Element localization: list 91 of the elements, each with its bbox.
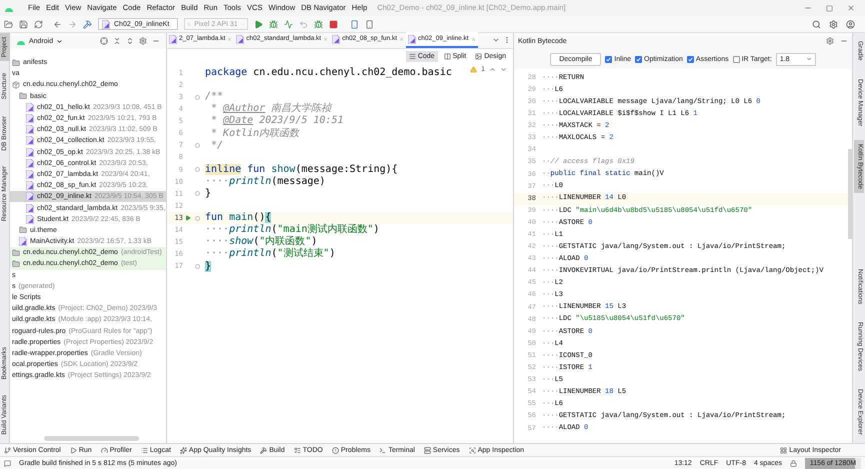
folder-icon bbox=[12, 260, 20, 268]
warning-icon[interactable] bbox=[470, 66, 478, 73]
kotlin-file-icon bbox=[26, 170, 34, 179]
kotlin-file-icon bbox=[26, 214, 34, 224]
debug-icon[interactable] bbox=[269, 20, 278, 28]
kotlin-file-icon bbox=[236, 34, 244, 44]
hammer-icon[interactable] bbox=[83, 20, 92, 28]
columns-icon bbox=[444, 52, 451, 60]
fold-icon[interactable] bbox=[195, 191, 200, 196]
scrollbar[interactable] bbox=[44, 436, 139, 441]
kotlin-file-icon bbox=[26, 102, 34, 112]
search-icon[interactable] bbox=[812, 20, 821, 28]
terminal-icon bbox=[379, 446, 386, 454]
code-line: */ bbox=[210, 140, 224, 151]
settings-icon[interactable] bbox=[829, 20, 838, 28]
settings-icon[interactable] bbox=[139, 37, 147, 45]
grid-icon bbox=[780, 446, 788, 454]
up-icon[interactable] bbox=[489, 66, 496, 73]
alert-icon bbox=[332, 446, 339, 454]
code-line: ····println("测试结束") bbox=[204, 249, 336, 260]
fold-icon[interactable] bbox=[195, 216, 200, 221]
package-icon bbox=[12, 80, 20, 89]
kotlin-file-icon bbox=[26, 181, 34, 190]
folder-icon bbox=[19, 226, 27, 234]
fold-icon[interactable] bbox=[195, 143, 200, 148]
branch-icon bbox=[4, 446, 11, 454]
sparkle-icon bbox=[180, 446, 187, 454]
hammer-icon bbox=[260, 446, 268, 454]
scan-icon bbox=[468, 446, 476, 454]
play-icon bbox=[70, 446, 77, 454]
forward-icon[interactable] bbox=[68, 20, 77, 28]
settings-icon[interactable] bbox=[826, 37, 834, 45]
user-icon[interactable] bbox=[846, 20, 855, 28]
run-icon[interactable] bbox=[254, 20, 263, 28]
code-line: } bbox=[204, 188, 212, 199]
kotlin-file-icon bbox=[169, 34, 177, 44]
message-icon[interactable] bbox=[4, 460, 11, 466]
code-line: * @Date 2023/9/5 10:51 bbox=[210, 116, 344, 126]
code-line: package cn.edu.ncu.chenyl.ch02_demo.basic bbox=[204, 68, 452, 78]
kotlin-file-icon bbox=[26, 148, 34, 157]
folder-icon[interactable] bbox=[4, 20, 13, 28]
caret-icon bbox=[806, 56, 812, 62]
checklist-icon bbox=[294, 446, 301, 454]
folder-icon bbox=[19, 92, 27, 100]
code-line: ····println(message) bbox=[204, 176, 326, 187]
fold-icon[interactable] bbox=[195, 94, 200, 100]
close-icon[interactable] bbox=[847, 4, 855, 12]
image-icon bbox=[475, 52, 482, 60]
run-icon[interactable] bbox=[185, 215, 191, 222]
folder-icon bbox=[12, 248, 20, 257]
locate-icon[interactable] bbox=[100, 37, 108, 45]
back-icon[interactable] bbox=[53, 20, 62, 28]
code-line: inline fun show(message:String){ bbox=[204, 164, 398, 175]
kotlin-file-icon bbox=[26, 158, 34, 168]
apply-changes-icon[interactable] bbox=[299, 20, 308, 28]
refresh-icon[interactable] bbox=[34, 20, 43, 28]
phone-icon[interactable] bbox=[365, 20, 374, 28]
kotlin-file-icon bbox=[19, 237, 27, 246]
stop-icon[interactable] bbox=[329, 20, 338, 28]
expand-icon[interactable] bbox=[126, 37, 134, 45]
lock-icon[interactable] bbox=[790, 460, 797, 466]
kotlin-file-icon bbox=[102, 20, 110, 28]
profile-icon[interactable] bbox=[284, 20, 293, 28]
code-line: ····show("内联函数") bbox=[204, 237, 318, 248]
kotlin-file-icon bbox=[332, 34, 340, 44]
kotlin-file-icon bbox=[26, 125, 34, 134]
fold-icon[interactable] bbox=[195, 167, 200, 172]
fold-icon[interactable] bbox=[195, 264, 200, 270]
lines-icon bbox=[408, 52, 416, 60]
server-icon bbox=[424, 446, 431, 454]
down-icon[interactable] bbox=[500, 66, 507, 73]
code-line: ····println("main测试内联函数") bbox=[204, 225, 380, 236]
save-icon[interactable] bbox=[19, 20, 28, 28]
kotlin-file-icon bbox=[26, 114, 34, 124]
code-line: /** bbox=[204, 92, 224, 102]
gauge-icon bbox=[100, 446, 108, 454]
collapse-icon[interactable] bbox=[113, 37, 121, 45]
code-line: * @Author 南昌大学陈祯 bbox=[210, 104, 332, 114]
kotlin-file-icon bbox=[26, 204, 34, 213]
kotlin-file-icon bbox=[408, 34, 416, 44]
code-line: fun main(){ bbox=[204, 213, 272, 224]
caret-icon bbox=[56, 38, 64, 44]
device-manager-icon[interactable] bbox=[350, 20, 359, 28]
list-icon bbox=[140, 446, 148, 454]
checkbox[interactable] bbox=[732, 56, 740, 62]
caret-icon[interactable] bbox=[492, 36, 500, 44]
code-line: * Kotlin内联函数 bbox=[210, 128, 300, 139]
kotlin-file-icon bbox=[26, 192, 34, 202]
attach-debugger-icon[interactable] bbox=[314, 20, 323, 28]
maximize-icon[interactable] bbox=[826, 4, 833, 12]
kotlin-file-icon bbox=[26, 136, 34, 146]
